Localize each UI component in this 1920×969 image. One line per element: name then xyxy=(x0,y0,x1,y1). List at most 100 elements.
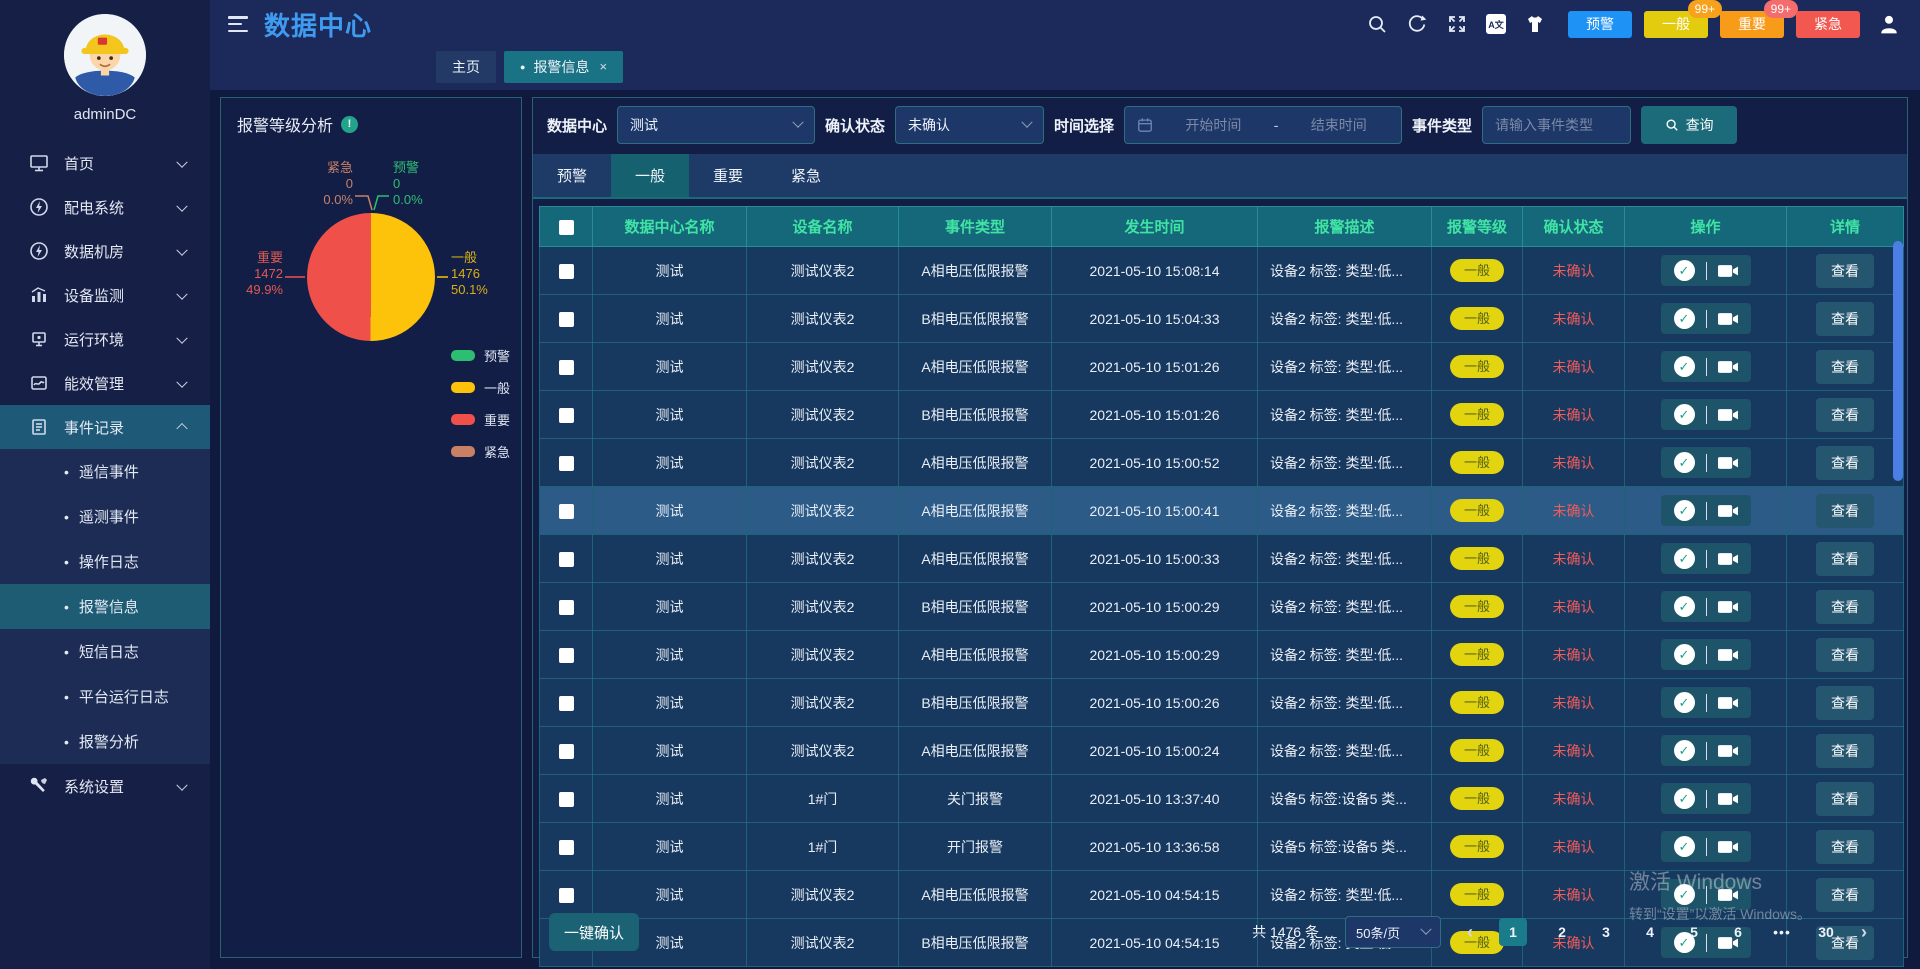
page-number[interactable]: ••• xyxy=(1773,924,1791,940)
row-actions[interactable]: ✓ xyxy=(1661,783,1751,814)
date-range-input[interactable]: 开始时间 - 结束时间 xyxy=(1124,106,1402,144)
camera-icon[interactable] xyxy=(1718,840,1738,854)
user-icon[interactable] xyxy=(1878,13,1900,35)
sidebar-subitem[interactable]: • 遥测事件 xyxy=(0,494,210,539)
alarm-level-badge[interactable]: 重要 99+ xyxy=(1720,11,1784,38)
camera-icon[interactable] xyxy=(1718,312,1738,326)
view-button[interactable]: 查看 xyxy=(1816,494,1874,528)
confirm-check-icon[interactable]: ✓ xyxy=(1674,692,1695,713)
theme-shirt-icon[interactable] xyxy=(1524,13,1546,35)
camera-icon[interactable] xyxy=(1718,648,1738,662)
confirm-check-icon[interactable]: ✓ xyxy=(1674,740,1695,761)
sidebar-item[interactable]: 运行环境 xyxy=(0,317,210,361)
confirm-check-icon[interactable]: ✓ xyxy=(1674,260,1695,281)
prev-page-button[interactable]: ‹ xyxy=(1467,922,1473,943)
sidebar-item[interactable]: 首页 xyxy=(0,141,210,185)
select-all-checkbox[interactable] xyxy=(559,220,574,235)
row-actions[interactable]: ✓ xyxy=(1661,303,1751,334)
sidebar-subitem[interactable]: • 平台运行日志 xyxy=(0,674,210,719)
row-checkbox[interactable] xyxy=(559,264,574,279)
page-size-select[interactable]: 50条/页 xyxy=(1345,916,1441,948)
sidebar-subitem[interactable]: • 操作日志 xyxy=(0,539,210,584)
alarm-level-badge[interactable]: 一般 99+ xyxy=(1644,11,1708,38)
row-actions[interactable]: ✓ xyxy=(1661,399,1751,430)
pie[interactable] xyxy=(307,213,435,341)
row-actions[interactable]: ✓ xyxy=(1661,591,1751,622)
row-actions[interactable]: ✓ xyxy=(1661,735,1751,766)
level-subtab[interactable]: 紧急 xyxy=(767,154,845,197)
page-number[interactable]: 5 xyxy=(1685,924,1703,940)
row-checkbox[interactable] xyxy=(559,792,574,807)
menu-collapse-icon[interactable] xyxy=(228,16,248,32)
sidebar-item[interactable]: 配电系统 xyxy=(0,185,210,229)
row-checkbox[interactable] xyxy=(559,312,574,327)
row-actions[interactable]: ✓ xyxy=(1661,879,1751,910)
sidebar-item[interactable]: 数据机房 xyxy=(0,229,210,273)
confirm-check-icon[interactable]: ✓ xyxy=(1674,884,1695,905)
camera-icon[interactable] xyxy=(1718,600,1738,614)
vertical-scrollbar[interactable] xyxy=(1893,241,1903,481)
view-button[interactable]: 查看 xyxy=(1816,446,1874,480)
sidebar-item[interactable]: 事件记录 xyxy=(0,405,210,449)
sidebar-subitem[interactable]: • 短信日志 xyxy=(0,629,210,674)
confirm-check-icon[interactable]: ✓ xyxy=(1674,548,1695,569)
page-number[interactable]: 30 xyxy=(1817,924,1835,940)
page-number[interactable]: 6 xyxy=(1729,924,1747,940)
view-button[interactable]: 查看 xyxy=(1816,734,1874,768)
level-subtab[interactable]: 一般 xyxy=(611,154,689,197)
confirm-all-button[interactable]: 一键确认 xyxy=(549,913,639,951)
level-subtab[interactable]: 重要 xyxy=(689,154,767,197)
view-button[interactable]: 查看 xyxy=(1816,878,1874,912)
view-button[interactable]: 查看 xyxy=(1816,686,1874,720)
confirm-check-icon[interactable]: ✓ xyxy=(1674,788,1695,809)
status-select[interactable]: 未确认 xyxy=(895,106,1044,144)
confirm-check-icon[interactable]: ✓ xyxy=(1674,356,1695,377)
row-checkbox[interactable] xyxy=(559,648,574,663)
view-button[interactable]: 查看 xyxy=(1816,782,1874,816)
sidebar-subitem[interactable]: • 遥信事件 xyxy=(0,449,210,494)
window-tab[interactable]: 主页 xyxy=(436,51,496,83)
camera-icon[interactable] xyxy=(1718,456,1738,470)
view-button[interactable]: 查看 xyxy=(1816,542,1874,576)
row-actions[interactable]: ✓ xyxy=(1661,687,1751,718)
confirm-check-icon[interactable]: ✓ xyxy=(1674,452,1695,473)
view-button[interactable]: 查看 xyxy=(1816,398,1874,432)
page-number[interactable]: 3 xyxy=(1597,924,1615,940)
confirm-check-icon[interactable]: ✓ xyxy=(1674,500,1695,521)
legend-item[interactable]: 重要 xyxy=(451,410,510,429)
row-actions[interactable]: ✓ xyxy=(1661,495,1751,526)
camera-icon[interactable] xyxy=(1718,408,1738,422)
level-subtab[interactable]: 预警 xyxy=(533,154,611,197)
camera-icon[interactable] xyxy=(1718,696,1738,710)
window-tab[interactable]: ● 报警信息 × xyxy=(504,51,623,83)
fullscreen-icon[interactable] xyxy=(1446,13,1468,35)
confirm-check-icon[interactable]: ✓ xyxy=(1674,404,1695,425)
row-actions[interactable]: ✓ xyxy=(1661,447,1751,478)
row-checkbox[interactable] xyxy=(559,696,574,711)
row-checkbox[interactable] xyxy=(559,408,574,423)
camera-icon[interactable] xyxy=(1718,504,1738,518)
row-checkbox[interactable] xyxy=(559,504,574,519)
legend-item[interactable]: 紧急 xyxy=(451,442,510,461)
close-icon[interactable]: × xyxy=(599,51,607,83)
confirm-check-icon[interactable]: ✓ xyxy=(1674,596,1695,617)
legend-item[interactable]: 一般 xyxy=(451,378,510,397)
page-number[interactable]: 2 xyxy=(1553,924,1571,940)
page-number[interactable]: 1 xyxy=(1499,918,1527,946)
row-checkbox[interactable] xyxy=(559,744,574,759)
sidebar-item[interactable]: 设备监测 xyxy=(0,273,210,317)
sidebar-subitem[interactable]: • 报警信息 xyxy=(0,584,210,629)
confirm-check-icon[interactable]: ✓ xyxy=(1674,644,1695,665)
row-checkbox[interactable] xyxy=(559,888,574,903)
avatar[interactable] xyxy=(64,14,146,96)
camera-icon[interactable] xyxy=(1718,360,1738,374)
view-button[interactable]: 查看 xyxy=(1816,254,1874,288)
camera-icon[interactable] xyxy=(1718,792,1738,806)
confirm-check-icon[interactable]: ✓ xyxy=(1674,308,1695,329)
camera-icon[interactable] xyxy=(1718,552,1738,566)
dc-select[interactable]: 测试 xyxy=(617,106,815,144)
refresh-icon[interactable] xyxy=(1406,13,1428,35)
row-actions[interactable]: ✓ xyxy=(1661,255,1751,286)
page-number[interactable]: 4 xyxy=(1641,924,1659,940)
row-actions[interactable]: ✓ xyxy=(1661,351,1751,382)
